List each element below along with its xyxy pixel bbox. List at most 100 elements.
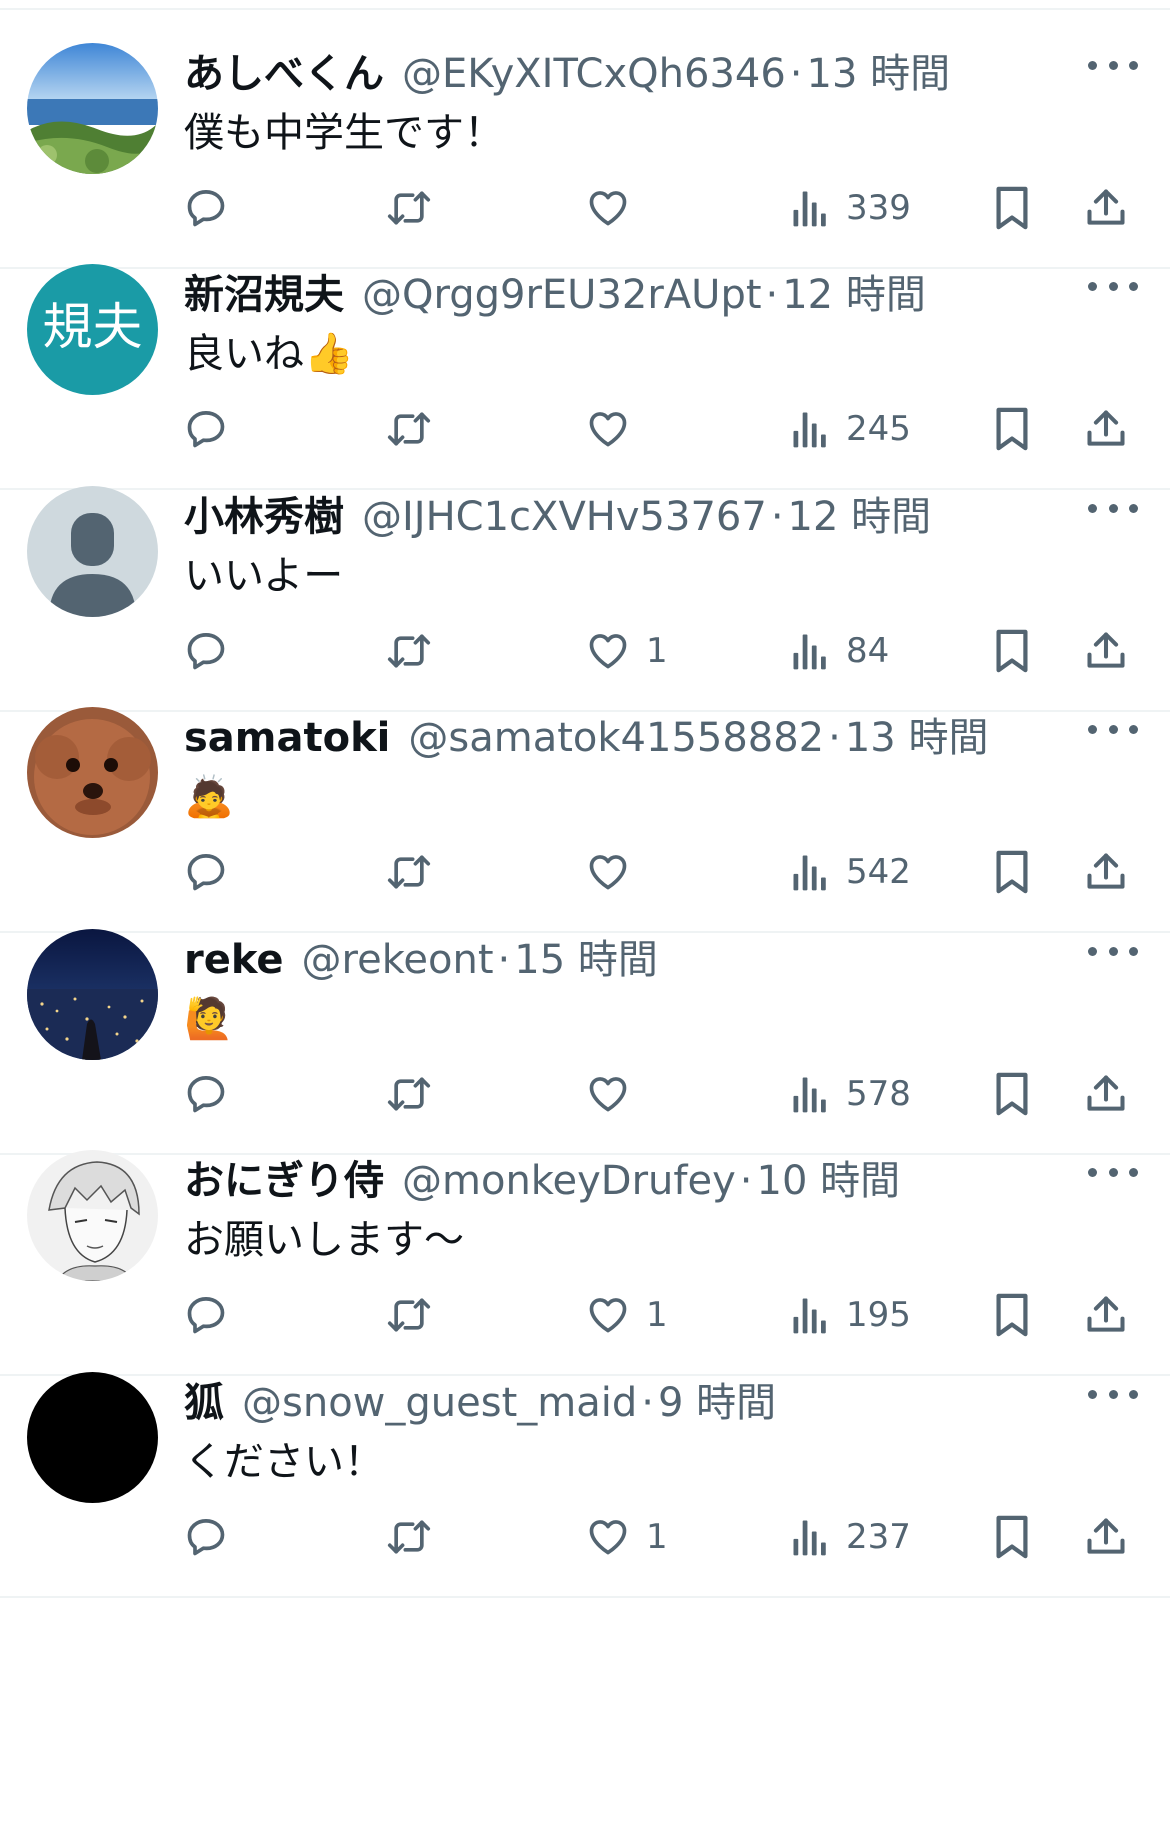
bookmark-icon [992,1514,1032,1560]
reply-button[interactable] [184,1497,228,1577]
user-handle[interactable]: @rekeont [302,937,494,983]
tweet-samatoki[interactable]: samatoki @samatok41558882 · 13 時間 🙇 542 [0,672,1170,933]
tweet-onigiri[interactable]: おにぎり侍 @monkeyDrufey · 10 時間 お願いします〜 1 19… [0,1115,1170,1376]
like-count: 1 [646,1295,668,1335]
display-name[interactable]: あしべくん [184,41,384,99]
avatar[interactable] [27,707,158,838]
more-icon[interactable] [1088,1379,1138,1409]
tweet-text: 僕も中学生です！ [184,110,504,156]
display-name[interactable]: おにぎり侍 [184,1148,384,1206]
bookmark-icon [992,1071,1032,1117]
view-count: 84 [846,631,890,671]
tweet-text: お願いします〜 [184,1217,464,1263]
user-handle[interactable]: @samatok41558882 [408,715,824,761]
avatar[interactable] [27,486,158,617]
reply-icon [184,1072,228,1116]
more-icon[interactable] [1088,493,1138,523]
user-handle[interactable]: @Qrgg9rEU32rAUpt [362,272,762,318]
avatar[interactable] [27,43,158,174]
like-icon [586,629,630,673]
user-handle[interactable]: @IJHC1cXVHv53767 [362,494,767,540]
share-icon [1084,1292,1128,1338]
retweet-icon [384,1072,434,1116]
share-icon [1084,849,1128,895]
share-button[interactable] [1084,1497,1128,1577]
tweet-header: 小林秀樹 @IJHC1cXVHv53767 · 12 時間 [184,484,1084,544]
views-icon [790,629,830,673]
tweet-header: reke @rekeont · 15 時間 [184,927,1084,987]
separator-dot: · [641,1380,654,1426]
display-name[interactable]: 新沼規夫 [184,262,344,320]
share-icon [1084,628,1128,674]
more-icon[interactable] [1088,271,1138,301]
reply-icon [184,407,228,451]
separator-dot: · [789,51,803,97]
view-count: 195 [846,1295,911,1335]
views-icon [790,1515,830,1559]
bookmark-icon [992,849,1032,895]
reply-icon [184,629,228,673]
timestamp[interactable]: 15 時間 [514,927,658,985]
more-icon[interactable] [1088,714,1138,744]
views-icon [790,850,830,894]
like-icon [586,407,630,451]
like-count: 1 [646,1517,668,1557]
bookmark-icon [992,185,1032,231]
user-handle[interactable]: @EKyXITCxQh6346 [402,51,786,97]
tweet-text: 🙋 [184,996,234,1042]
views-icon [790,407,830,451]
user-handle[interactable]: @monkeyDrufey [402,1158,736,1204]
tweet-text: ください！ [184,1439,384,1485]
tweet-header: 狐 @snow_guest_maid · 9 時間 [184,1370,1084,1430]
views-icon [790,1072,830,1116]
views-button[interactable]: 237 [790,1497,911,1577]
timestamp[interactable]: 12 時間 [782,262,926,320]
display-name[interactable]: 小林秀樹 [184,484,344,542]
display-name[interactable]: reke [184,937,284,983]
bookmark-button[interactable] [992,1497,1032,1577]
share-icon [1084,1514,1128,1560]
separator-dot: · [497,937,511,983]
avatar-initials: 規夫 [43,298,143,356]
share-icon [1084,185,1128,231]
view-count: 245 [846,409,911,449]
avatar[interactable] [27,1372,158,1503]
timestamp[interactable]: 13 時間 [845,705,989,763]
share-icon [1084,406,1128,452]
tweet-kitsune[interactable]: 狐 @snow_guest_maid · 9 時間 ください！ 1 237 [0,1337,1170,1598]
more-icon[interactable] [1088,50,1138,80]
timestamp[interactable]: 12 時間 [788,484,932,542]
reply-icon [184,1515,228,1559]
retweet-button[interactable] [384,1497,434,1577]
user-handle[interactable]: @snow_guest_maid [242,1380,637,1426]
bookmark-icon [992,406,1032,452]
display-name[interactable]: 狐 [184,1370,224,1428]
timestamp[interactable]: 9 時間 [658,1370,776,1428]
reply-icon [184,1293,228,1337]
action-bar: 1 237 [0,1497,1170,1577]
more-icon[interactable] [1088,1157,1138,1187]
reply-icon [184,186,228,230]
tweet-text: 良いね👍 [184,331,354,377]
like-icon [586,850,630,894]
tweet-header: samatoki @samatok41558882 · 13 時間 [184,705,1084,765]
tweet-header: おにぎり侍 @monkeyDrufey · 10 時間 [184,1148,1084,1208]
like-icon [586,186,630,230]
like-button[interactable]: 1 [586,1497,668,1577]
display-name[interactable]: samatoki [184,715,390,761]
share-icon [1084,1071,1128,1117]
separator-dot: · [828,715,841,761]
view-count: 542 [846,852,911,892]
like-icon [586,1515,630,1559]
avatar[interactable]: 規夫 [27,264,158,395]
bookmark-icon [992,1292,1032,1338]
avatar[interactable] [27,929,158,1060]
avatar[interactable] [27,1150,158,1281]
bookmark-icon [992,628,1032,674]
view-count: 578 [846,1074,911,1114]
more-icon[interactable] [1088,936,1138,966]
tweet-niinuma[interactable]: 規夫 新沼規夫 @Qrgg9rEU32rAUpt · 12 時間 良いね👍 24… [0,229,1170,490]
retweet-icon [384,629,434,673]
timestamp[interactable]: 13 時間 [807,41,951,99]
timestamp[interactable]: 10 時間 [757,1148,901,1206]
